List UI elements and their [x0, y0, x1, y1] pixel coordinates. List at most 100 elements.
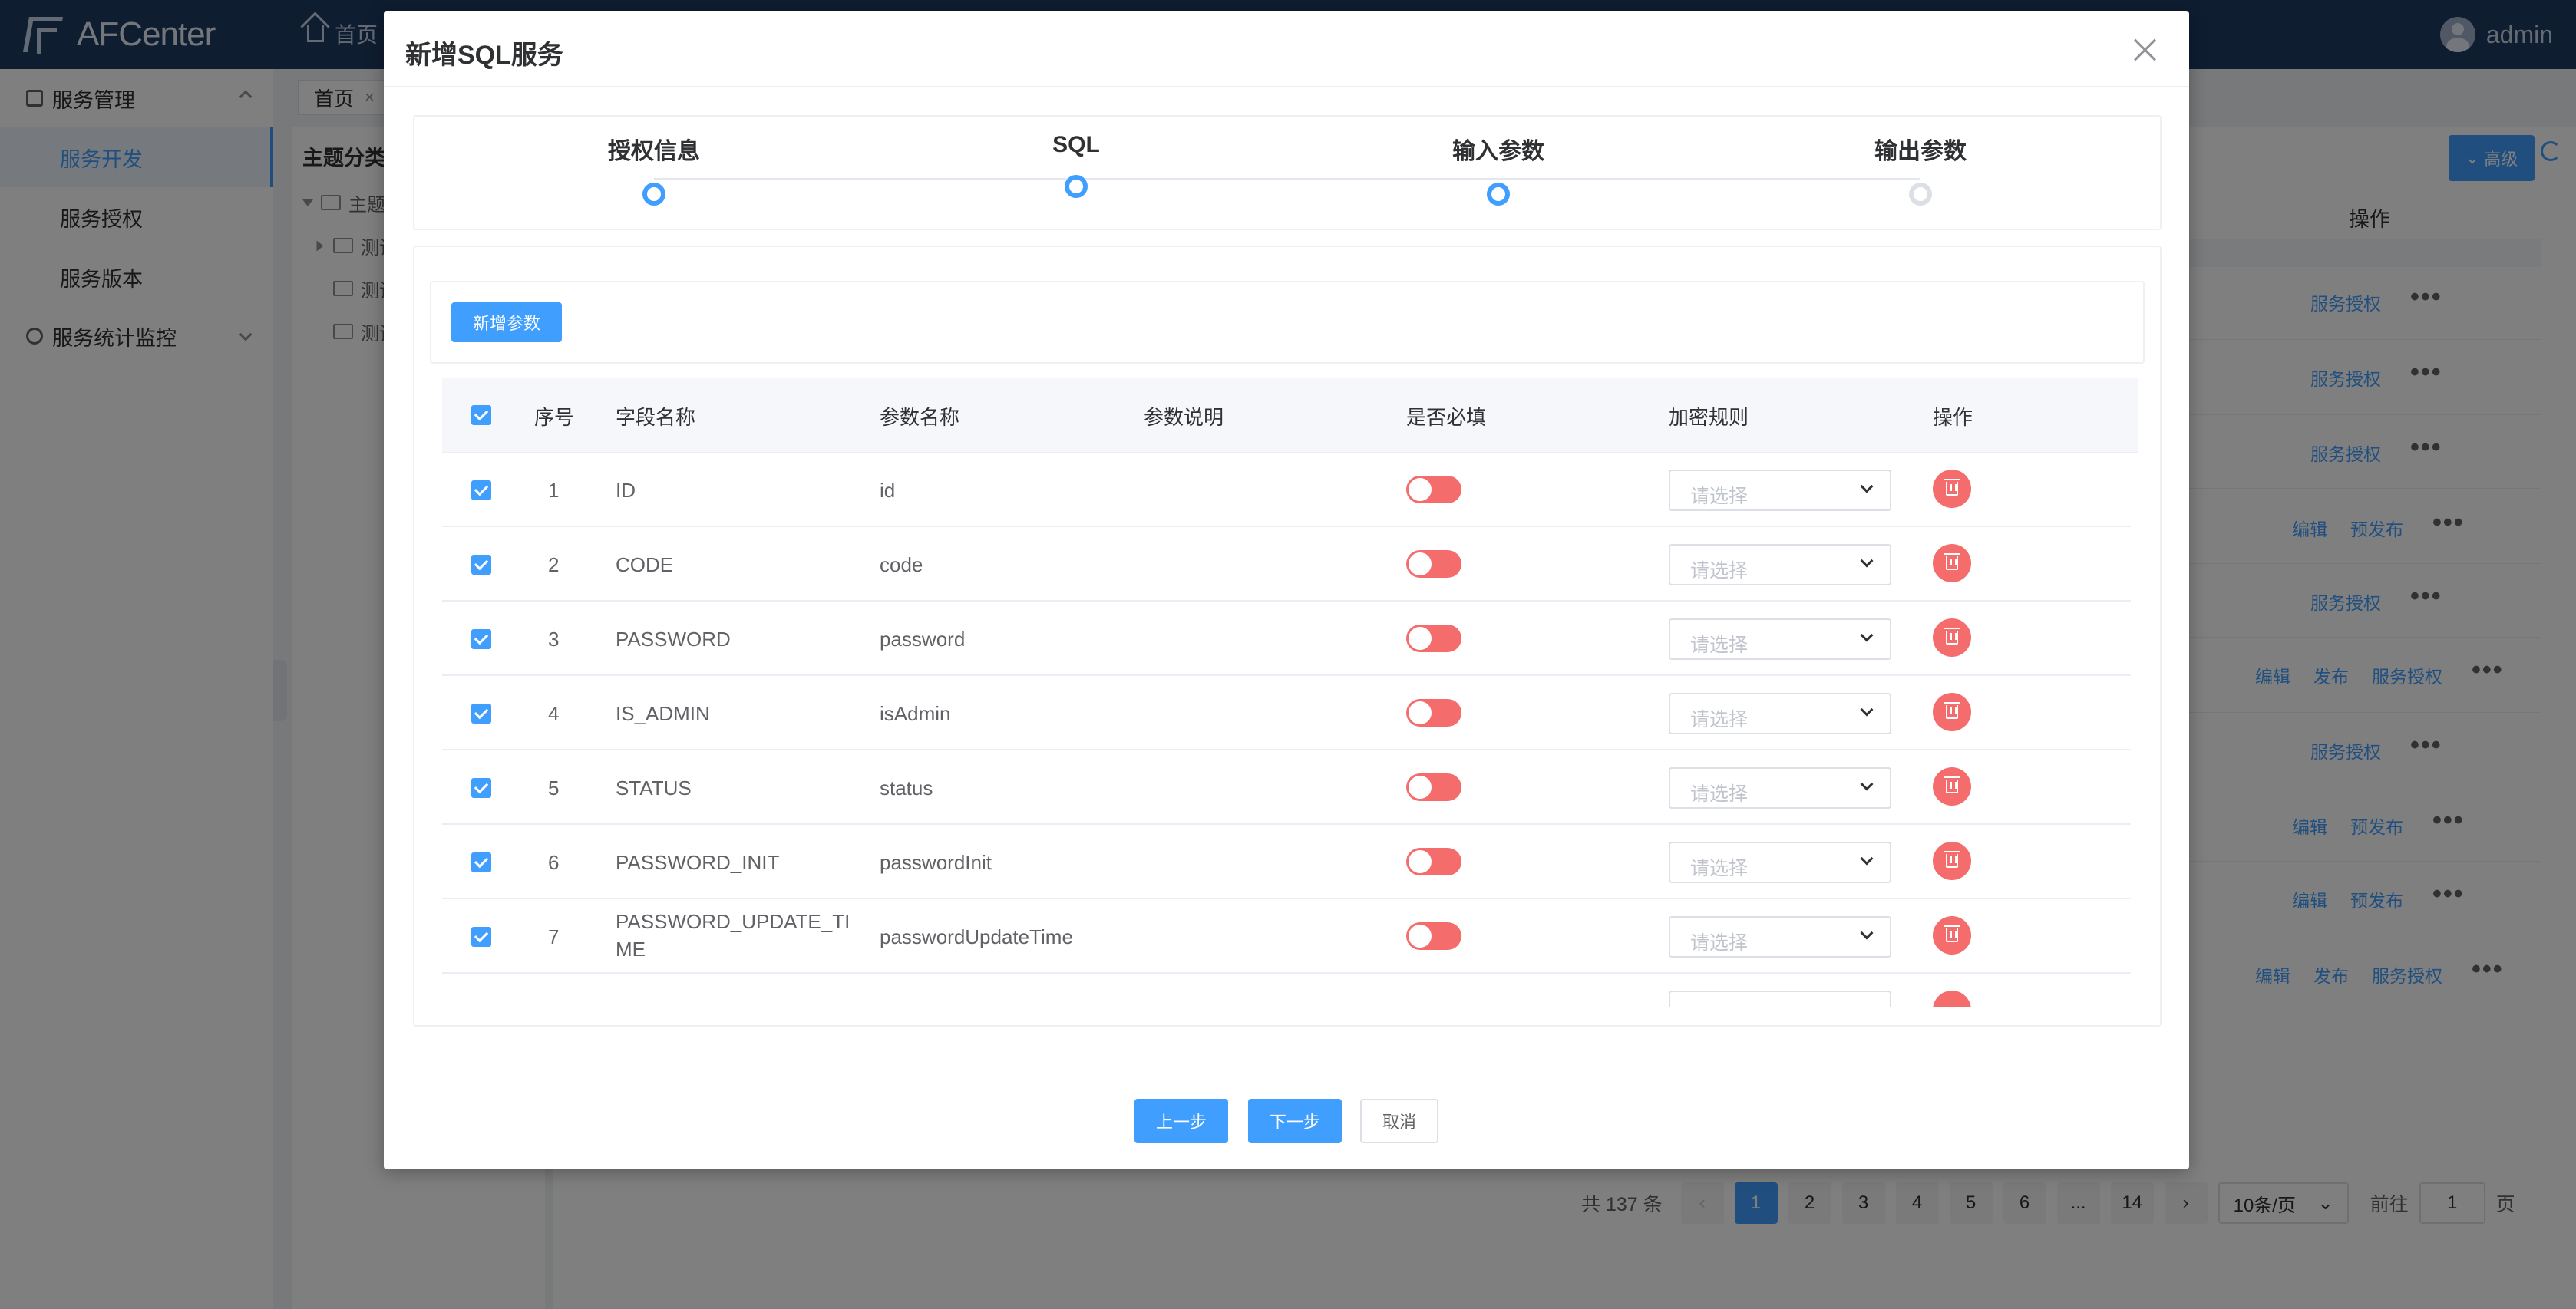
row-field-name: CODE	[616, 553, 674, 576]
row-param-name: isAdmin	[880, 702, 951, 725]
delete-row-button[interactable]	[1933, 916, 1971, 955]
trash-icon	[1944, 851, 1960, 868]
row-param-name: status	[880, 776, 933, 800]
select-placeholder: 请选择	[1690, 486, 1749, 507]
params-toolbar: 新增参数	[430, 281, 2145, 364]
col-param-name: 参数名称	[880, 406, 960, 429]
next-step-button[interactable]: 下一步	[1248, 1099, 1342, 1143]
col-index: 序号	[534, 406, 575, 429]
encrypt-rule-select[interactable]: 请选择	[1669, 767, 1891, 809]
encrypt-rule-select[interactable]: 请选择	[1669, 916, 1891, 958]
col-field-name: 字段名称	[616, 406, 696, 429]
row-index: 5	[548, 776, 560, 800]
params-table: 序号 字段名称 参数名称 参数说明 是否必填 加密规则 操作 1 ID id 请…	[442, 378, 2138, 1007]
cancel-button[interactable]: 取消	[1360, 1099, 1438, 1143]
row-checkbox[interactable]	[471, 555, 491, 575]
required-toggle[interactable]	[1406, 848, 1461, 875]
trash-icon	[1944, 925, 1960, 942]
row-param-name: passwordInit	[880, 851, 992, 874]
table-row: 5 STATUS status 请选择	[442, 750, 2131, 825]
row-checkbox[interactable]	[471, 629, 491, 649]
chevron-down-icon	[1860, 703, 1874, 717]
row-index: 2	[548, 553, 560, 576]
select-placeholder: 请选择	[1690, 932, 1749, 954]
required-toggle[interactable]	[1406, 625, 1461, 652]
delete-row-button[interactable]	[1933, 842, 1971, 880]
trash-icon	[1944, 776, 1960, 793]
required-toggle[interactable]	[1406, 773, 1461, 801]
table-row: 7 PASSWORD_UPDATE_TI ME passwordUpdateTi…	[442, 899, 2131, 974]
row-index: 4	[548, 702, 560, 725]
step-auth-info[interactable]: 授权信息	[539, 132, 769, 206]
delete-row-button[interactable]	[1933, 693, 1971, 731]
row-field-name: ID	[616, 479, 636, 502]
step-sql[interactable]: SQL	[961, 132, 1191, 198]
delete-row-button[interactable]	[1933, 544, 1971, 582]
row-field-name-wrap: ME	[616, 938, 646, 961]
row-checkbox[interactable]	[471, 852, 491, 872]
step-label: 输出参数	[1874, 139, 1967, 164]
select-placeholder: 请选择	[1690, 635, 1749, 656]
table-row: 3 PASSWORD password 请选择	[442, 602, 2131, 676]
row-field-name: STATUS	[616, 776, 692, 800]
steps: 授权信息 SQL 输入参数 输出参数	[413, 115, 2162, 230]
select-all-checkbox[interactable]	[471, 405, 491, 425]
row-checkbox[interactable]	[471, 778, 491, 798]
delete-row-button[interactable]	[1933, 991, 1971, 1007]
add-param-button[interactable]: 新增参数	[451, 302, 562, 342]
row-param-name: password	[880, 628, 966, 651]
chevron-down-icon	[1860, 852, 1874, 866]
table-row: 1 ID id 请选择	[442, 453, 2131, 527]
required-toggle[interactable]	[1406, 550, 1461, 578]
row-param-name: passwordUpdateTime	[880, 925, 1073, 948]
close-icon[interactable]	[2132, 37, 2158, 63]
required-toggle[interactable]	[1406, 922, 1461, 950]
table-row: 4 IS_ADMIN isAdmin 请选择	[442, 676, 2131, 750]
chevron-down-icon	[1860, 926, 1874, 940]
row-index: 6	[548, 851, 560, 874]
prev-step-button[interactable]: 上一步	[1134, 1099, 1228, 1143]
table-row: 6 PASSWORD_INIT passwordInit 请选择	[442, 825, 2131, 899]
delete-row-button[interactable]	[1933, 618, 1971, 657]
step-dot-icon	[642, 183, 665, 206]
select-placeholder: 请选择	[1690, 709, 1749, 730]
row-checkbox[interactable]	[471, 480, 491, 500]
row-field-name: PASSWORD	[616, 628, 731, 651]
table-header: 序号 字段名称 参数名称 参数说明 是否必填 加密规则 操作	[442, 378, 2138, 453]
chevron-down-icon	[1860, 554, 1874, 568]
dialog-divider	[384, 86, 2189, 87]
row-field-name: IS_ADMIN	[616, 702, 710, 725]
delete-row-button[interactable]	[1933, 767, 1971, 806]
step-label: 输入参数	[1452, 139, 1544, 164]
select-placeholder: 请选择	[1690, 783, 1749, 805]
delete-row-button[interactable]	[1933, 470, 1971, 508]
chevron-down-icon	[1860, 480, 1874, 493]
encrypt-rule-select[interactable]	[1669, 991, 1891, 1007]
trash-icon	[1944, 479, 1960, 496]
required-toggle[interactable]	[1406, 476, 1461, 503]
row-checkbox[interactable]	[471, 704, 491, 724]
row-param-name: id	[880, 479, 896, 502]
steps-track	[654, 178, 1920, 180]
step-dot-icon	[1909, 183, 1932, 206]
col-encrypt-rule: 加密规则	[1669, 406, 1749, 429]
step-label: 授权信息	[608, 139, 700, 164]
chevron-down-icon	[1860, 628, 1874, 642]
table-row: 2 CODE code 请选择	[442, 527, 2131, 602]
step-input-params[interactable]: 输入参数	[1383, 132, 1613, 206]
step-output-params[interactable]: 输出参数	[1805, 132, 2036, 206]
encrypt-rule-select[interactable]: 请选择	[1669, 544, 1891, 585]
encrypt-rule-select[interactable]: 请选择	[1669, 842, 1891, 883]
params-content: 新增参数 序号 字段名称 参数名称 参数说明 是否必填 加密规则 操作 1 ID…	[413, 246, 2162, 1027]
chevron-down-icon	[1860, 777, 1874, 791]
encrypt-rule-select[interactable]: 请选择	[1669, 618, 1891, 660]
col-param-desc: 参数说明	[1144, 406, 1224, 429]
encrypt-rule-select[interactable]: 请选择	[1669, 470, 1891, 511]
step-dot-icon	[1487, 183, 1510, 206]
col-required: 是否必填	[1406, 406, 1487, 429]
row-checkbox[interactable]	[471, 927, 491, 947]
encrypt-rule-select[interactable]: 请选择	[1669, 693, 1891, 734]
row-param-name: code	[880, 553, 923, 576]
required-toggle[interactable]	[1406, 699, 1461, 727]
step-label: SQL	[1052, 132, 1100, 157]
